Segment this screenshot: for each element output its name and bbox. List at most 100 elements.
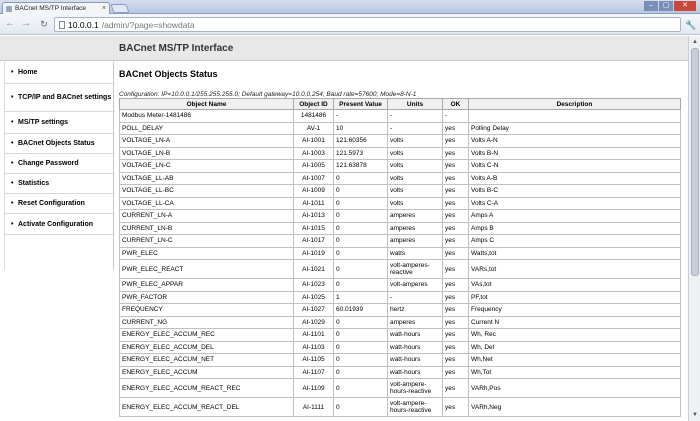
ok-cell: yes bbox=[442, 378, 469, 398]
present-value-cell: 0 bbox=[333, 196, 388, 210]
units-text: volt-amperes-reactive bbox=[390, 262, 430, 276]
table-row: PWR_ELEC AI-1019 0 watts yes Watts,tot bbox=[119, 246, 681, 260]
forward-arrow-icon[interactable]: → bbox=[20, 18, 32, 30]
description-cell: Volts C-A bbox=[468, 196, 681, 210]
table-row: CURRENT_LN-B AI-1015 0 amperes yes Amps B bbox=[119, 221, 681, 235]
page-header: BACnet MS/TP Interface bbox=[0, 36, 688, 61]
present-value-cell: 0 bbox=[333, 340, 388, 354]
object-id-cell: AI-1111 bbox=[293, 397, 334, 417]
object-name-cell: ENERGY_ELEC_ACCUM_REACT_REC bbox=[119, 378, 294, 398]
window-close-button[interactable]: ✕ bbox=[674, 1, 696, 11]
table-row: ENERGY_ELEC_ACCUM_NET AI-1105 0 watt-hours y… bbox=[119, 353, 681, 367]
object-id-cell: AI-1001 bbox=[293, 134, 334, 148]
table-row: ENERGY_ELEC_ACCUM AI-1107 0 watt-hours yes Wh… bbox=[119, 365, 681, 379]
sidebar-item-tcpip-bacnet-settings[interactable]: • TCP/IP and BACnet settings bbox=[5, 84, 115, 112]
object-id-cell: AI-1015 bbox=[293, 221, 334, 235]
sidebar-item-change-password[interactable]: • Change Password bbox=[5, 154, 115, 174]
object-id-cell: 1481486 bbox=[293, 109, 334, 123]
description-cell: VARh,Neg bbox=[468, 397, 681, 417]
units-cell: volts bbox=[387, 134, 443, 148]
units-cell: volts bbox=[387, 171, 443, 185]
wrench-icon[interactable]: 🔧 bbox=[685, 19, 697, 31]
units-cell: watt-hours bbox=[387, 340, 443, 354]
units-cell: volt-ampere-hours-reactive bbox=[387, 378, 443, 398]
address-bar[interactable]: 10.0.0.1/admin/?page=showdata bbox=[54, 17, 681, 32]
sidebar-item-home[interactable]: • Home bbox=[5, 62, 115, 84]
table-row: ENERGY_ELEC_ACCUM_REACT_DEL AI-1111 0 volt-… bbox=[119, 397, 681, 417]
tab-close-icon[interactable]: × bbox=[102, 5, 106, 12]
description-cell: VARs,tot bbox=[468, 259, 681, 279]
ok-cell: yes bbox=[442, 259, 469, 279]
table-row: PWR_ELEC_REACT AI-1021 0 volt-amperes-react… bbox=[119, 259, 681, 279]
sidebar-item-label: MS/TP settings bbox=[18, 119, 69, 126]
units-cell: amperes bbox=[387, 234, 443, 248]
object-name-cell: VOLTAGE_LN-A bbox=[119, 134, 294, 148]
new-tab-button[interactable] bbox=[110, 4, 130, 13]
ok-cell: yes bbox=[442, 134, 469, 148]
present-value-cell: 0 bbox=[333, 315, 388, 329]
object-id-cell: AV-1 bbox=[293, 121, 334, 135]
sidebar-item-label: TCP/IP and BACnet settings bbox=[18, 94, 112, 101]
sidebar-item-statistics[interactable]: • Statistics bbox=[5, 174, 115, 194]
ok-cell: yes bbox=[442, 290, 469, 304]
units-cell: amperes bbox=[387, 209, 443, 223]
units-cell: watt-hours bbox=[387, 365, 443, 379]
column-header: Units bbox=[387, 98, 443, 110]
present-value-cell: 0 bbox=[333, 353, 388, 367]
ok-cell: yes bbox=[442, 246, 469, 260]
reload-icon[interactable]: ↻ bbox=[38, 18, 50, 30]
present-value-cell: 0 bbox=[333, 184, 388, 198]
vertical-scrollbar[interactable]: ▲ ▼ bbox=[688, 36, 700, 421]
ok-cell: yes bbox=[442, 196, 469, 210]
sidebar-item-label: Home bbox=[18, 69, 38, 76]
main-content: BACnet Objects Status Configuration: IP=… bbox=[119, 69, 685, 98]
scroll-down-icon[interactable]: ▼ bbox=[690, 410, 700, 420]
description-cell: PF,tot bbox=[468, 290, 681, 304]
sidebar-item-label: Reset Configuration bbox=[18, 200, 85, 207]
column-header: Object Name bbox=[119, 98, 294, 110]
units-cell: watt-hours bbox=[387, 353, 443, 367]
back-arrow-icon[interactable]: ← bbox=[4, 18, 16, 30]
table-row: VOLTAGE_LL-CA AI-1011 0 volts yes Volts C-A bbox=[119, 196, 681, 210]
object-name-cell: ENERGY_ELEC_ACCUM_NET bbox=[119, 353, 294, 367]
present-value-cell: - bbox=[333, 109, 388, 123]
table-row: PWR_FACTOR AI-1025 1- yes PF,tot bbox=[119, 290, 681, 304]
units-cell: - bbox=[387, 290, 443, 304]
sidebar-item-reset-configuration[interactable]: • Reset Configuration bbox=[5, 194, 115, 214]
ok-cell: yes bbox=[442, 171, 469, 185]
description-cell: Wh, Rec bbox=[468, 328, 681, 342]
object-name-cell: VOLTAGE_LL-CA bbox=[119, 196, 294, 210]
table-row: VOLTAGE_LL-BC AI-1009 0 volts yes Volts B-C bbox=[119, 184, 681, 198]
object-name-cell: CURRENT_LN-A bbox=[119, 209, 294, 223]
ok-cell: yes bbox=[442, 234, 469, 248]
sidebar-item-mstp-settings[interactable]: • MS/TP settings bbox=[5, 112, 115, 134]
ok-cell: yes bbox=[442, 328, 469, 342]
window-minimize-button[interactable]: – bbox=[644, 1, 658, 11]
scroll-up-icon[interactable]: ▲ bbox=[690, 37, 700, 47]
object-name-cell: ENERGY_ELEC_ACCUM_REACT_DEL bbox=[119, 397, 294, 417]
page-icon bbox=[59, 20, 65, 29]
table-header-row: Object Name Object ID Present Value Unit… bbox=[119, 98, 681, 110]
object-name-cell: PWR_ELEC_REACT bbox=[119, 259, 294, 279]
ok-cell: yes bbox=[442, 221, 469, 235]
url-host: 10.0.0.1 bbox=[68, 19, 99, 30]
object-id-cell: AI-1017 bbox=[293, 234, 334, 248]
object-id-cell: AI-1107 bbox=[293, 365, 334, 379]
window-maximize-button[interactable]: ▢ bbox=[659, 1, 673, 11]
browser-titlebar: BACnet MS/TP Interface × – ▢ ✕ bbox=[0, 0, 700, 14]
description-cell: Amps B bbox=[468, 221, 681, 235]
units-cell: amperes bbox=[387, 221, 443, 235]
object-name-cell: CURRENT_NG bbox=[119, 315, 294, 329]
object-id-cell: AI-1109 bbox=[293, 378, 334, 398]
scroll-thumb[interactable] bbox=[691, 48, 699, 276]
browser-toolbar: ← → ↻ 10.0.0.1/admin/?page=showdata 🔧 bbox=[0, 14, 700, 35]
browser-tab[interactable]: BACnet MS/TP Interface × bbox=[2, 2, 110, 14]
ok-cell: yes bbox=[442, 365, 469, 379]
sidebar-item-activate-configuration[interactable]: • Activate Configuration bbox=[5, 214, 115, 235]
sidebar-item-bacnet-objects-status[interactable]: • BACnet Objects Status bbox=[5, 134, 115, 154]
table-row: Modbus Meter-1481486 1481486- - - bbox=[119, 109, 681, 123]
sidebar-nav: • Home • TCP/IP and BACnet settings • MS/TP… bbox=[4, 62, 115, 270]
object-id-cell: AI-1023 bbox=[293, 278, 334, 292]
object-name-cell: POLL_DELAY bbox=[119, 121, 294, 135]
object-id-cell: AI-1025 bbox=[293, 290, 334, 304]
